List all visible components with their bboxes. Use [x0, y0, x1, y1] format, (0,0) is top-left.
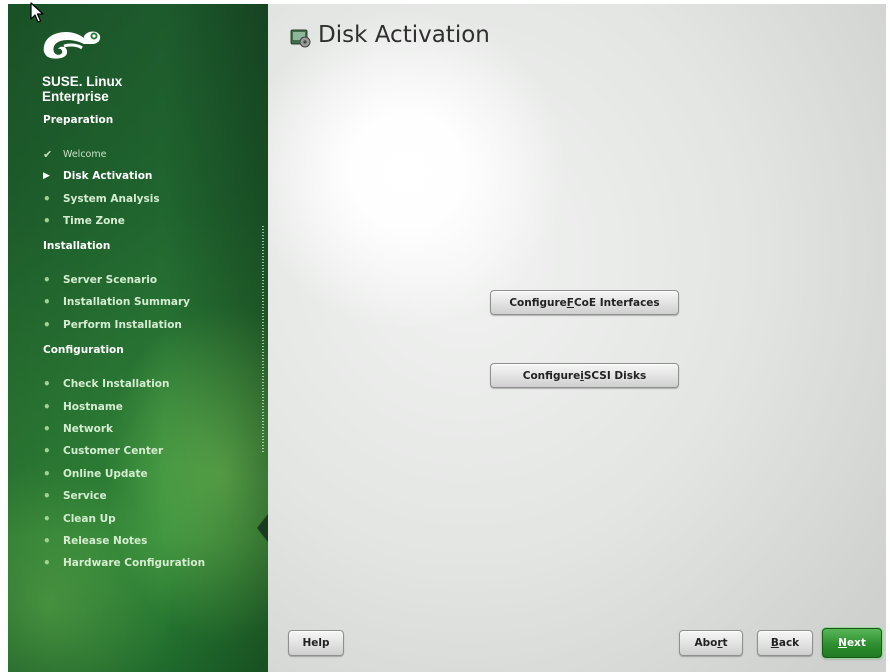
- step-server-scenario: • Server Scenario: [43, 272, 157, 288]
- step-label: Installation Summary: [63, 296, 191, 308]
- button-accelerator: F: [566, 296, 574, 309]
- configure-iscsi-disks-button[interactable]: Configure i SCSI Disks: [490, 363, 679, 388]
- main-content: Disk Activation Configure F CoE Interface…: [268, 4, 886, 672]
- step-label: Customer Center: [63, 445, 164, 457]
- button-text: ack: [778, 637, 800, 649]
- bullet-icon: •: [43, 377, 51, 391]
- step-label: Disk Activation: [63, 170, 153, 182]
- step-welcome: ✔ Welcome: [43, 146, 106, 162]
- step-perform-installation: • Perform Installation: [43, 317, 182, 333]
- bullet-icon: •: [43, 556, 51, 570]
- disk-activation-icon: [290, 29, 311, 48]
- section-preparation: Preparation: [43, 114, 114, 126]
- bullet-icon: •: [43, 534, 51, 548]
- installer-window: SUSE. Linux Enterprise Preparation ✔ Wel…: [8, 4, 886, 672]
- step-customer-center: • Customer Center: [43, 443, 163, 459]
- suse-chameleon-logo-icon: [43, 31, 101, 59]
- step-system-analysis: • System Analysis: [43, 191, 160, 207]
- button-text: CoE Interfaces: [573, 296, 660, 309]
- step-hardware-configuration: • Hardware Configuration: [43, 555, 205, 571]
- step-label: Time Zone: [63, 215, 125, 227]
- brand-line1: SUSE. Linux: [42, 74, 123, 89]
- sidebar-resize-grip[interactable]: [262, 226, 264, 454]
- step-label: Service: [63, 490, 107, 502]
- step-network: • Network: [43, 421, 113, 437]
- bullet-icon: •: [43, 318, 51, 332]
- abort-button[interactable]: Abo r t: [679, 630, 743, 656]
- next-button[interactable]: Next: [822, 628, 882, 658]
- button-text: t: [722, 637, 728, 649]
- button-text: SCSI Disks: [583, 369, 647, 382]
- step-installation-summary: • Installation Summary: [43, 294, 190, 310]
- bullet-icon: •: [43, 295, 51, 309]
- button-accelerator: B: [770, 637, 779, 649]
- back-button[interactable]: Back: [757, 630, 813, 656]
- step-label: Perform Installation: [63, 319, 182, 331]
- button-text: Abo: [694, 637, 718, 649]
- step-online-update: • Online Update: [43, 466, 148, 482]
- bullet-icon: •: [43, 400, 51, 414]
- step-hostname: • Hostname: [43, 399, 123, 415]
- bullet-icon: •: [43, 444, 51, 458]
- button-text: ext: [846, 637, 866, 649]
- step-label: Hostname: [63, 401, 123, 413]
- sidebar: SUSE. Linux Enterprise Preparation ✔ Wel…: [8, 4, 268, 672]
- step-service: • Service: [43, 488, 107, 504]
- bullet-icon: •: [43, 467, 51, 481]
- step-disk-activation: ▶ Disk Activation: [43, 168, 152, 184]
- brand-line2: Enterprise: [42, 89, 109, 104]
- step-label: Online Update: [63, 468, 148, 480]
- step-label: Server Scenario: [63, 274, 158, 286]
- brand-name: SUSE. Linux Enterprise: [42, 74, 122, 104]
- step-check-installation: • Check Installation: [43, 376, 170, 392]
- button-text: Help: [302, 637, 330, 649]
- button-text: Configure: [522, 369, 581, 382]
- help-button[interactable]: Help: [288, 630, 344, 656]
- arrow-right-icon: ▶: [43, 171, 50, 181]
- bullet-icon: •: [43, 273, 51, 287]
- section-configuration: Configuration: [43, 344, 124, 356]
- bullet-icon: •: [43, 512, 51, 526]
- bullet-icon: •: [43, 214, 51, 228]
- step-label: Check Installation: [63, 378, 170, 390]
- step-label: Release Notes: [63, 535, 148, 547]
- step-clean-up: • Clean Up: [43, 511, 116, 527]
- bullet-icon: •: [43, 422, 51, 436]
- configure-fcoe-interfaces-button[interactable]: Configure F CoE Interfaces: [490, 290, 679, 315]
- bullet-icon: •: [43, 192, 51, 206]
- mouse-pointer-icon: [30, 2, 44, 23]
- step-time-zone: • Time Zone: [43, 213, 125, 229]
- section-installation: Installation: [43, 240, 111, 252]
- button-accelerator: N: [838, 637, 847, 649]
- page-title: Disk Activation: [318, 22, 490, 48]
- sidebar-collapse-notch[interactable]: [257, 514, 268, 542]
- step-label: Clean Up: [63, 513, 116, 525]
- step-label: Network: [63, 423, 114, 435]
- step-label: Welcome: [63, 148, 107, 160]
- button-text: Configure: [509, 296, 567, 309]
- step-release-notes: • Release Notes: [43, 533, 147, 549]
- bullet-icon: •: [43, 489, 51, 503]
- step-label: Hardware Configuration: [63, 557, 206, 569]
- step-label: System Analysis: [63, 193, 160, 205]
- checkmark-icon: ✔: [43, 147, 53, 161]
